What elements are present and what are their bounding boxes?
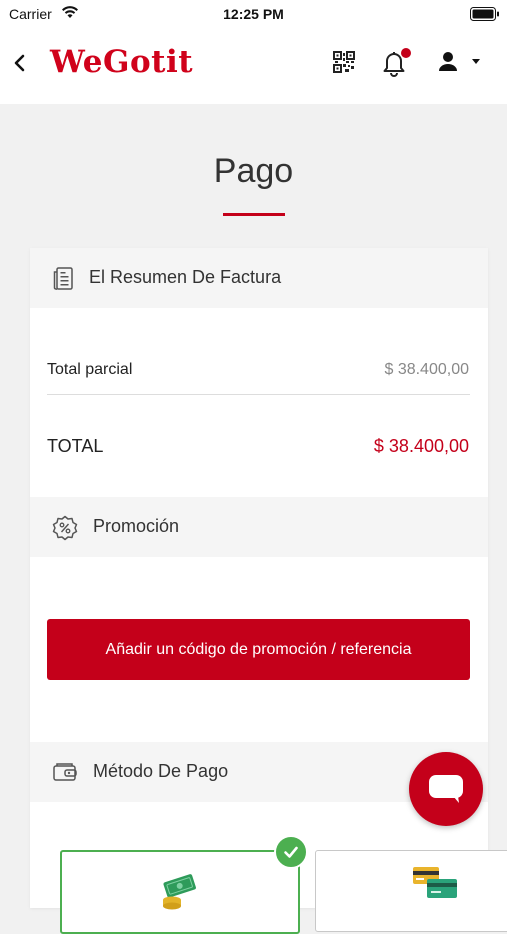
clock: 12:25 PM (223, 6, 284, 22)
cash-icon (163, 874, 196, 910)
qr-code-button[interactable] (333, 51, 355, 73)
caret-down-icon (472, 59, 480, 64)
payment-option-cash[interactable] (60, 850, 300, 934)
chat-bubble-icon (429, 775, 463, 803)
subtotal-label: Total parcial (47, 361, 133, 378)
discount-badge-icon (52, 515, 78, 541)
title-underline (223, 213, 285, 216)
checkmark-icon (284, 846, 298, 858)
payment-option-card[interactable] (315, 850, 507, 932)
user-icon (439, 52, 457, 71)
receipt-icon (53, 267, 73, 290)
battery-icon (470, 7, 499, 21)
chat-button[interactable] (409, 752, 483, 826)
page-title: Pago (213, 152, 294, 190)
status-bar: Carrier 12:25 PM (0, 0, 507, 30)
qr-code-icon (333, 51, 355, 73)
chevron-left-icon (14, 54, 25, 72)
notification-badge (401, 48, 411, 58)
summary-divider (47, 394, 470, 395)
payment-method-title: Método De Pago (93, 761, 229, 781)
add-promo-code-button[interactable]: Añadir un código de promoción / referenc… (47, 619, 470, 680)
promotion-title: Promoción (93, 516, 180, 536)
brand-logo[interactable]: WeGotit (50, 44, 193, 80)
back-button[interactable] (8, 48, 32, 78)
promotion-header: Promoción (30, 497, 488, 557)
user-menu-button[interactable] (437, 50, 485, 74)
invoice-summary-title: El Resumen De Factura (89, 267, 282, 287)
subtotal-value: $ 38.400,00 (384, 361, 469, 378)
app-header: WeGotit (0, 30, 507, 104)
wallet-icon (53, 763, 77, 781)
credit-card-icon (413, 867, 457, 898)
total-label: TOTAL (47, 436, 104, 456)
invoice-summary-header: El Resumen De Factura (30, 248, 488, 308)
total-value: $ 38.400,00 (373, 436, 469, 456)
selected-check-badge (274, 835, 308, 869)
